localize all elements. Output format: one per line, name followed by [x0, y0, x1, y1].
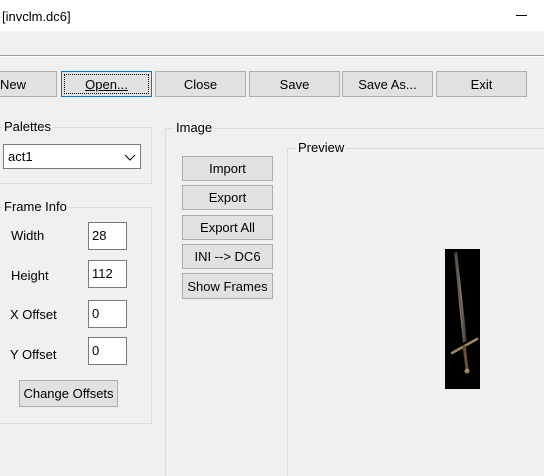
title-bar: [invclm.dc6] — [0, 0, 544, 31]
image-group-label: Image — [174, 120, 215, 135]
close-button[interactable]: Close — [155, 71, 246, 97]
height-label: Height — [11, 268, 49, 283]
height-field[interactable]: 112 — [88, 260, 127, 288]
change-offsets-button[interactable]: Change Offsets — [19, 380, 118, 407]
x-offset-field[interactable]: 0 — [88, 300, 127, 328]
toolbar-separator — [0, 55, 544, 57]
palette-select-value: act1 — [8, 149, 33, 164]
palette-select[interactable]: act1 — [3, 144, 141, 169]
y-offset-label: Y Offset — [10, 347, 57, 362]
focus-indicator — [64, 74, 149, 94]
exit-button[interactable]: Exit — [436, 71, 527, 97]
minimize-button[interactable] — [498, 0, 544, 31]
show-frames-button[interactable]: Show Frames — [182, 273, 273, 299]
minimize-icon — [515, 15, 527, 16]
export-button[interactable]: Export — [182, 185, 273, 210]
preview-group-label: Preview — [296, 140, 347, 155]
import-button[interactable]: Import — [182, 156, 273, 181]
window-title: [invclm.dc6] — [2, 9, 71, 24]
sword-icon — [450, 252, 479, 374]
y-offset-field[interactable]: 0 — [88, 337, 127, 365]
ini-to-dc6-button[interactable]: INI --> DC6 — [182, 244, 273, 269]
x-offset-label: X Offset — [10, 307, 57, 322]
save-button[interactable]: Save — [249, 71, 340, 97]
save-as-button[interactable]: Save As... — [342, 71, 433, 97]
new-button[interactable]: New — [0, 71, 57, 97]
open-button[interactable]: Open... — [61, 71, 152, 97]
palettes-group-label: Palettes — [2, 119, 53, 134]
preview-group — [287, 148, 544, 476]
preview-image — [445, 249, 480, 389]
frame-info-group-label: Frame Info — [2, 199, 69, 214]
width-label: Width — [11, 228, 45, 243]
export-all-button[interactable]: Export All — [182, 215, 273, 240]
chevron-down-icon — [124, 154, 136, 161]
width-field[interactable]: 28 — [88, 222, 127, 250]
